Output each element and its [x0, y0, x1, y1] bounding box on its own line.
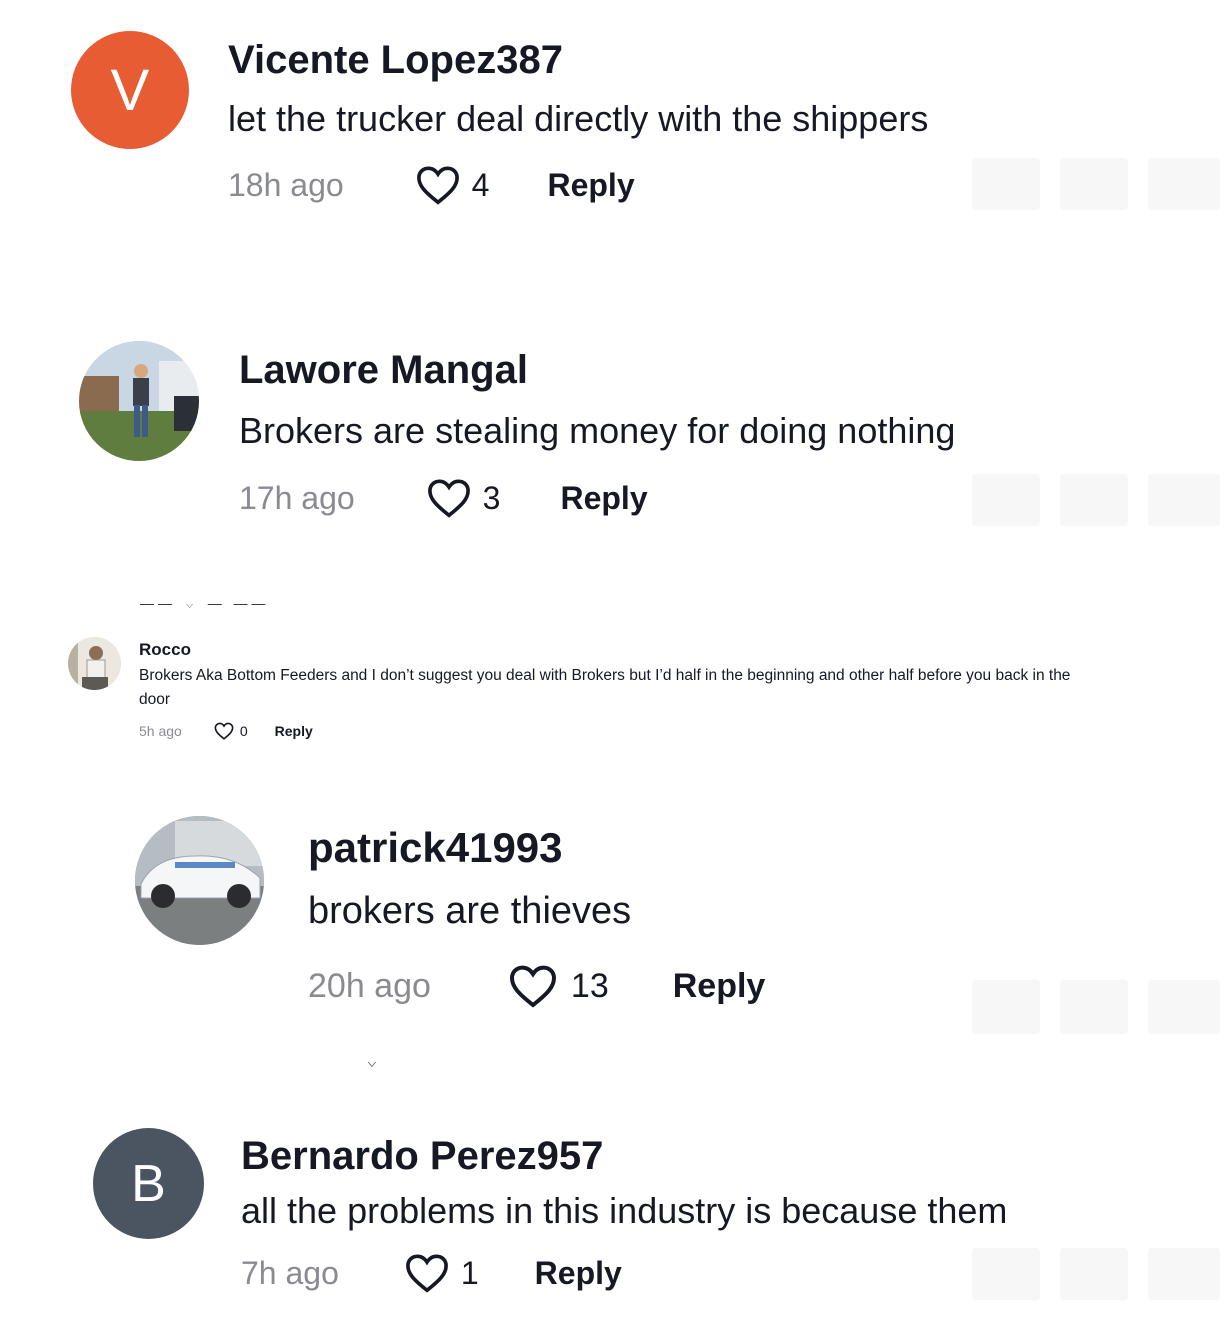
comment-author[interactable]: Lawore Mangal: [239, 348, 528, 393]
action-placeholder: [1060, 158, 1128, 210]
action-placeholder: [1060, 1248, 1128, 1300]
action-placeholder: [1148, 158, 1220, 210]
like-count: 4: [471, 166, 490, 203]
comment-text: Brokers Aka Bottom Feeders and I don’t s…: [139, 667, 1071, 684]
avatar[interactable]: V: [71, 31, 189, 149]
heart-outline-icon: [214, 722, 234, 740]
like-button[interactable]: 4: [416, 165, 490, 205]
cropped-meta-fragment: — — ♡ — — — —: [240, 1062, 640, 1084]
like-count: 3: [482, 479, 501, 516]
avatar-photo: [79, 341, 199, 461]
like-count: 13: [570, 966, 609, 1005]
avatar[interactable]: [135, 816, 264, 945]
comment-time: 20h ago: [308, 966, 431, 1005]
action-placeholder: [972, 1248, 1040, 1300]
reply-button[interactable]: Reply: [547, 167, 634, 204]
avatar-photo: [68, 637, 121, 690]
heart-outline-icon: [416, 166, 459, 205]
comment-meta: 20h ago 13 Reply: [308, 964, 765, 1008]
comment-text: Brokers are stealing money for doing not…: [239, 410, 956, 451]
comment-author[interactable]: Rocco: [139, 640, 191, 660]
like-count: 0: [239, 723, 248, 739]
comment-author[interactable]: Bernardo Perez957: [241, 1134, 603, 1179]
avatar[interactable]: [79, 341, 199, 461]
heart-outline-icon: [427, 479, 470, 518]
comment-author[interactable]: patrick41993: [308, 824, 563, 872]
action-placeholder: [1148, 474, 1220, 526]
avatar-letter: V: [110, 57, 150, 123]
heart-outline-icon: [405, 1254, 448, 1293]
like-button[interactable]: 13: [509, 964, 609, 1008]
comment-meta: 5h ago 0 Reply: [139, 722, 313, 740]
action-placeholder: [1148, 980, 1220, 1034]
action-placeholder: [972, 158, 1040, 210]
cropped-meta-fragment: — — ♡ — — —: [140, 604, 330, 614]
comment-time: 7h ago: [241, 1254, 339, 1291]
reply-button[interactable]: Reply: [560, 480, 647, 517]
comment-time: 17h ago: [239, 479, 355, 516]
comment-author[interactable]: Vicente Lopez387: [228, 38, 563, 83]
reply-button[interactable]: Reply: [673, 967, 766, 1006]
action-placeholder: [972, 980, 1040, 1034]
comment-text-continued: door: [139, 691, 171, 708]
avatar[interactable]: [68, 637, 121, 690]
like-count: 1: [460, 1254, 479, 1291]
like-button[interactable]: 0: [214, 722, 248, 740]
comment-text: all the problems in this industry is bec…: [241, 1190, 1008, 1231]
action-placeholder: [1060, 980, 1128, 1034]
comment-meta: 18h ago 4 Reply: [228, 165, 635, 205]
comment-time: 18h ago: [228, 166, 344, 203]
like-button[interactable]: 3: [427, 478, 501, 518]
reply-button[interactable]: Reply: [275, 723, 313, 739]
comment-meta: 7h ago 1 Reply: [241, 1253, 622, 1293]
action-placeholder: [972, 474, 1040, 526]
action-placeholder: [1148, 1248, 1220, 1300]
heart-outline-icon: [509, 965, 556, 1008]
reply-button[interactable]: Reply: [535, 1255, 622, 1292]
like-button[interactable]: 1: [405, 1253, 479, 1293]
avatar-letter: B: [131, 1154, 166, 1213]
action-placeholder: [1060, 474, 1128, 526]
avatar[interactable]: B: [93, 1128, 204, 1239]
comment-text: brokers are thieves: [308, 890, 632, 932]
avatar-photo: [135, 816, 264, 945]
comment-time: 5h ago: [139, 723, 182, 739]
comment-meta: 17h ago 3 Reply: [239, 478, 648, 518]
comment-text: let the trucker deal directly with the s…: [228, 98, 929, 139]
